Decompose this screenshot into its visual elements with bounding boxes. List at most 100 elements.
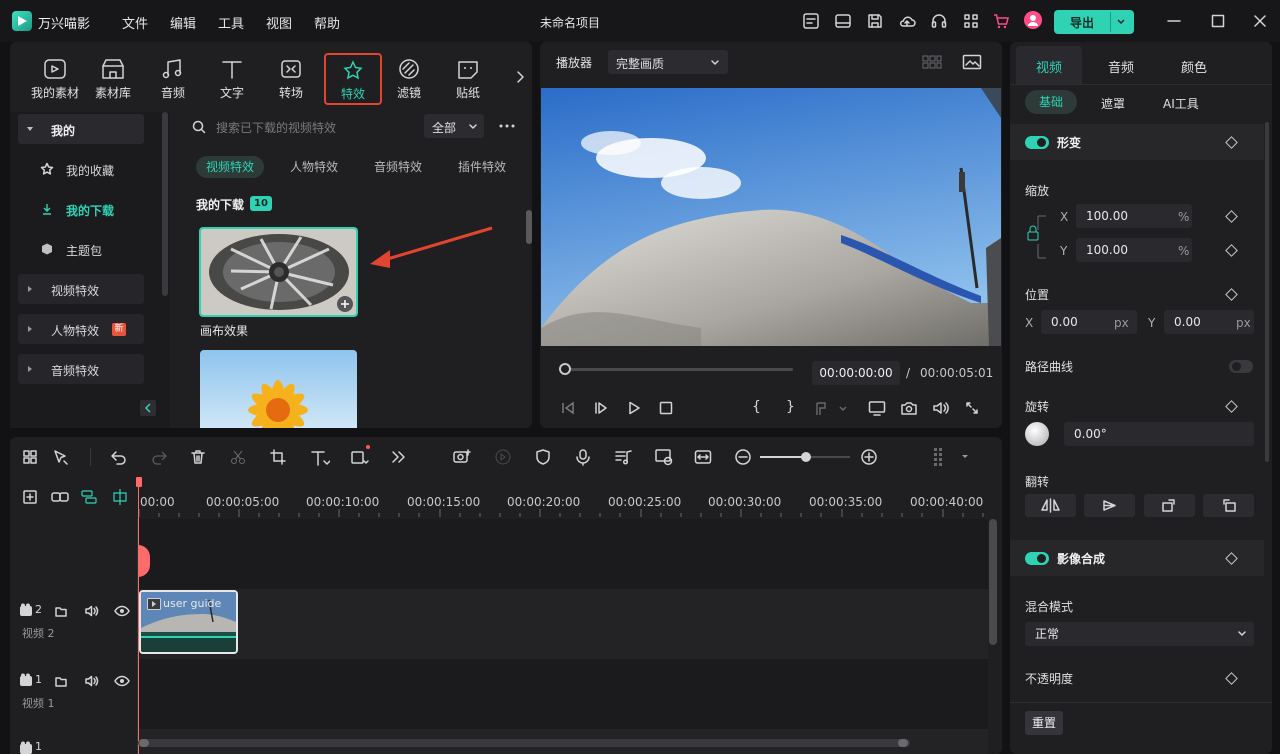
chip-plugin-effects[interactable]: 插件特效	[448, 156, 516, 178]
sidebar-item-theme-pack[interactable]: 主题包	[18, 234, 144, 264]
scissors-icon[interactable]	[230, 449, 246, 465]
track-volume-icon[interactable]	[84, 604, 100, 618]
close-icon[interactable]	[1252, 13, 1268, 29]
reset-button[interactable]: 重置	[1025, 711, 1063, 735]
playhead-top[interactable]	[136, 477, 142, 487]
rotate-dial[interactable]	[1025, 422, 1049, 446]
tab-stock-library[interactable]: 素材库	[83, 58, 143, 101]
delete-icon[interactable]	[190, 449, 206, 465]
tab-color[interactable]: 颜色	[1181, 57, 1207, 76]
microphone-icon[interactable]	[574, 448, 592, 466]
speed-icon[interactable]	[494, 448, 512, 466]
tab-transition[interactable]: 转场	[261, 58, 321, 101]
position-keyframe-icon[interactable]	[1225, 288, 1238, 301]
play-icon[interactable]	[626, 400, 642, 416]
subtab-mask[interactable]: 遮罩	[1101, 95, 1125, 112]
zoom-slider-handle[interactable]	[801, 452, 811, 462]
rotate-keyframe-icon[interactable]	[1225, 400, 1238, 413]
tab-filter[interactable]: 滤镜	[379, 58, 439, 101]
maximize-icon[interactable]	[1210, 13, 1226, 29]
grid-view-icon[interactable]	[922, 54, 942, 70]
playhead-line[interactable]	[138, 481, 139, 754]
stop-icon[interactable]	[658, 400, 674, 416]
timeline-vertical-scrollbar[interactable]	[989, 519, 997, 645]
cloud-icon[interactable]	[898, 12, 916, 30]
shape-tool-icon[interactable]	[350, 449, 370, 467]
menu-file[interactable]: 文件	[122, 13, 148, 32]
tab-effects[interactable]: 特效	[324, 53, 382, 105]
snap-icon[interactable]	[110, 487, 130, 507]
select-tool-icon[interactable]	[52, 449, 70, 467]
add-track-icon[interactable]	[22, 489, 38, 505]
transform-keyframe-icon[interactable]	[1225, 136, 1238, 149]
lock-ratio-icon[interactable]	[1026, 214, 1050, 260]
fullscreen-icon[interactable]	[964, 400, 980, 416]
scale-x-keyframe-icon[interactable]	[1225, 210, 1238, 223]
tab-audio-props[interactable]: 音频	[1108, 57, 1134, 76]
sidebar-group-mine[interactable]: 我的	[18, 114, 144, 144]
display-icon[interactable]	[868, 400, 886, 416]
headset-icon[interactable]	[930, 12, 948, 30]
chip-people-effects[interactable]: 人物特效	[280, 156, 348, 178]
chevron-right-icon[interactable]	[514, 70, 526, 84]
image-compare-icon[interactable]	[962, 53, 982, 71]
scale-x-field[interactable]: 100.00	[1076, 204, 1192, 228]
rotate-field[interactable]: 0.00°	[1064, 422, 1254, 446]
scale-y-keyframe-icon[interactable]	[1225, 244, 1238, 257]
mark-in-icon[interactable]: {	[752, 399, 761, 415]
track-visibility-icon[interactable]	[114, 604, 130, 618]
effect-card-canvas[interactable]	[199, 227, 358, 317]
minimize-icon[interactable]	[1166, 13, 1182, 29]
scroll-end-handle[interactable]	[898, 739, 908, 747]
subtab-basic[interactable]: 基础	[1025, 90, 1077, 114]
transform-toggle[interactable]	[1025, 136, 1049, 149]
blend-mode-select[interactable]: 正常	[1025, 622, 1254, 646]
menu-tools[interactable]: 工具	[218, 13, 244, 32]
opacity-keyframe-icon[interactable]	[1225, 672, 1238, 685]
rotate-right-button[interactable]	[1144, 494, 1195, 517]
track-volume-icon[interactable]	[84, 674, 100, 688]
menu-view[interactable]: 视图	[266, 13, 292, 32]
zoom-in-icon[interactable]	[860, 448, 878, 466]
tab-sticker[interactable]: 贴纸	[438, 58, 498, 101]
sidebar-item-favorites[interactable]: 我的收藏	[18, 154, 144, 184]
timeline-ruler[interactable]: 00:00 00:00:05:00 00:00:10:00 00:00:15:0…	[138, 481, 990, 517]
shield-icon[interactable]	[534, 448, 552, 466]
properties-scrollbar[interactable]	[1265, 122, 1269, 462]
path-curve-toggle[interactable]	[1229, 360, 1253, 373]
magnetic-track-icon[interactable]	[80, 489, 98, 505]
preview-render-icon[interactable]	[654, 448, 674, 466]
subtab-ai-tools[interactable]: AI工具	[1163, 95, 1199, 112]
track-height-icon[interactable]	[932, 446, 948, 468]
snapshot-icon[interactable]	[900, 400, 918, 416]
marker-menu-icon[interactable]	[814, 401, 850, 417]
chip-audio-effects[interactable]: 音频特效	[364, 156, 432, 178]
music-list-icon[interactable]	[614, 448, 632, 466]
track-visibility-icon[interactable]	[114, 674, 130, 688]
chevron-down-icon[interactable]	[1116, 17, 1126, 27]
tab-video[interactable]: 视频	[1016, 46, 1082, 84]
crop-icon[interactable]	[270, 449, 286, 465]
menu-edit[interactable]: 编辑	[170, 13, 196, 32]
tab-audio[interactable]: 音频	[143, 58, 203, 101]
export-button[interactable]: 导出	[1054, 10, 1134, 34]
zoom-out-icon[interactable]	[734, 448, 752, 466]
current-time-field[interactable]: 00:00:00:00	[812, 361, 900, 385]
sidebar-group-audio-effects[interactable]: 音频特效	[18, 354, 144, 384]
sidebar-item-downloads[interactable]: 我的下载	[18, 194, 144, 224]
playback-progress-handle[interactable]	[559, 363, 571, 375]
chevron-down-icon[interactable]	[960, 452, 970, 462]
prev-frame-icon[interactable]	[560, 400, 576, 416]
folder-lock-icon[interactable]	[54, 604, 68, 618]
timeline-clip[interactable]: user guide	[139, 590, 238, 654]
scale-y-field[interactable]: 100.00	[1076, 238, 1192, 262]
user-avatar-icon[interactable]	[1024, 11, 1042, 29]
rotate-left-button[interactable]	[1203, 494, 1254, 517]
task-list-icon[interactable]	[802, 12, 820, 30]
folder-lock-icon[interactable]	[54, 674, 68, 688]
effects-scrollbar[interactable]	[526, 210, 532, 244]
save-icon[interactable]	[866, 12, 884, 30]
sidebar-group-video-effects[interactable]: 视频特效	[18, 274, 144, 304]
apps-grid-icon[interactable]	[962, 12, 980, 30]
flip-horizontal-button[interactable]	[1025, 494, 1076, 517]
